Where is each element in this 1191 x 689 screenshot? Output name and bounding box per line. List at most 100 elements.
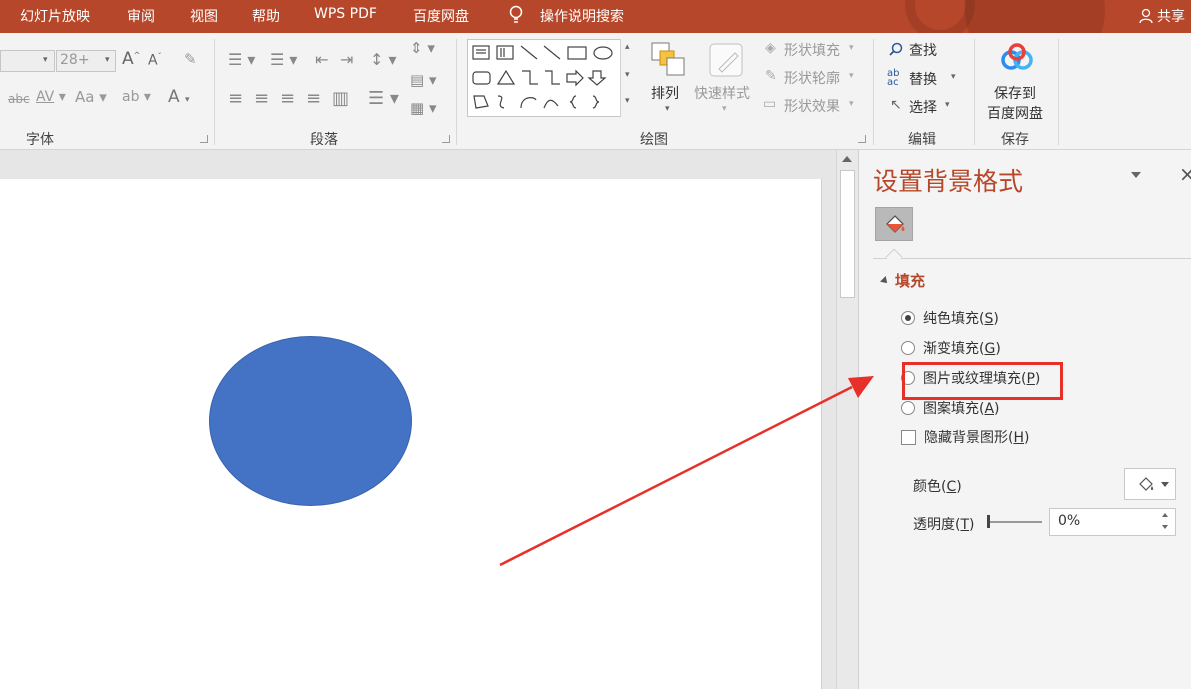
shape-fill-button[interactable]: 形状填充 [784, 40, 840, 60]
highlight-icon[interactable]: ab ▾ [122, 90, 151, 104]
pane-divider [873, 258, 1191, 259]
tell-me-search[interactable]: 操作说明搜索 [540, 6, 624, 26]
char-spacing-icon[interactable]: AV ▾ [36, 90, 66, 104]
tab-wps-pdf[interactable]: WPS PDF [314, 6, 377, 22]
text-direction-icon[interactable]: ⇕ ▾ [410, 41, 435, 56]
vertical-scrollbar[interactable] [836, 150, 858, 689]
distributed-icon[interactable]: ▥ [332, 90, 349, 108]
transparency-slider-track[interactable] [987, 521, 1042, 523]
ellipse-shape[interactable] [209, 336, 412, 506]
pattern-fill-option[interactable]: 图案填充(A) [901, 398, 1000, 418]
justify-icon[interactable]: ≡ [306, 90, 321, 108]
gradient-fill-option[interactable]: 渐变填充(G) [901, 338, 1001, 358]
shape-effects-button[interactable]: 形状效果 [784, 96, 840, 116]
scroll-up-icon[interactable] [842, 156, 852, 162]
spin-up-icon[interactable] [1162, 513, 1168, 517]
color-picker-button[interactable] [1124, 468, 1176, 500]
paragraph-dialog-launcher[interactable] [442, 135, 450, 143]
transparency-spinner[interactable] [1157, 510, 1175, 534]
fill-category-button[interactable] [875, 207, 913, 241]
tab-slideshow[interactable]: 幻灯片放映 [20, 6, 90, 26]
align-text-icon[interactable]: ▤ ▾ [410, 73, 436, 88]
color-label: 颜色(C) [913, 479, 962, 495]
font-color-icon[interactable]: A ▾ [168, 89, 190, 106]
font-dialog-launcher[interactable] [200, 135, 208, 143]
gradient-fill-radio[interactable] [901, 341, 915, 355]
replace-button[interactable]: 替换 [909, 69, 937, 89]
replace-icon: ab ac [887, 68, 900, 88]
group-separator [873, 39, 874, 145]
drawing-dialog-launcher[interactable] [858, 135, 866, 143]
find-button[interactable]: 查找 [909, 40, 937, 60]
decrease-indent-icon[interactable]: ⇤ [315, 52, 328, 68]
pattern-fill-radio[interactable] [901, 401, 915, 415]
group-separator [1058, 39, 1059, 145]
ribbon: ▾ 28+ ▾ A^ Aˇ ✎ abc AV ▾ Aa ▾ ab ▾ A ▾ 字… [0, 33, 1191, 150]
strikethrough-icon[interactable]: abc [8, 93, 30, 105]
chevron-down-icon: ▾ [722, 104, 727, 114]
share-button[interactable]: 共享 [1138, 6, 1185, 26]
chevron-down-icon: ▾ [665, 104, 670, 114]
clear-format-icon[interactable]: ✎ [184, 52, 197, 67]
align-left-icon[interactable]: ≡ [228, 90, 243, 108]
pen-icon: ✎ [765, 68, 777, 84]
font-size-value: 28+ [60, 52, 90, 68]
group-separator [456, 39, 457, 145]
hide-background-graphics-option[interactable]: 隐藏背景图形(H) [901, 427, 1029, 447]
bullets-icon[interactable]: ☰ ▾ [228, 52, 255, 68]
transparency-label: 透明度(T) [913, 517, 975, 533]
quick-styles-icon [709, 43, 743, 77]
shrink-font-icon[interactable]: Aˇ [148, 53, 162, 68]
gallery-scroll[interactable]: ▴ ▾ ▾ [620, 39, 637, 117]
fill-section-header[interactable]: 填充 [880, 270, 926, 291]
chevron-up-icon: ▴ [625, 42, 630, 52]
line-spacing-icon[interactable]: ↕ ▾ [370, 52, 397, 68]
smartart-icon[interactable]: ▦ ▾ [410, 101, 436, 116]
numbering-icon[interactable]: ☰ ▾ [270, 52, 297, 68]
search-icon [889, 42, 903, 56]
fill-section-label: 填充 [895, 272, 926, 290]
increase-indent-icon[interactable]: ⇥ [340, 52, 353, 68]
save-to-baidu-line1[interactable]: 保存到 [994, 83, 1036, 103]
chevron-down-icon: ▾ [43, 55, 48, 65]
tab-help[interactable]: 帮助 [252, 6, 280, 26]
chevron-down-icon: ▾ [625, 70, 630, 80]
paint-bucket-icon: ◈ [765, 40, 776, 56]
gradient-fill-label: 渐变填充(G) [923, 341, 1001, 357]
chevron-down-icon: ▾ [105, 55, 110, 65]
change-case-icon[interactable]: Aa ▾ [75, 90, 107, 105]
lightbulb-icon [509, 5, 523, 23]
format-background-pane: 设置背景格式 × 填充 纯色填充(S) 渐变填充(G) 图片或纹理填充(P) 图… [858, 150, 1191, 689]
solid-fill-radio[interactable] [901, 311, 915, 325]
tab-view[interactable]: 视图 [190, 6, 218, 26]
hide-background-graphics-checkbox[interactable] [901, 429, 916, 445]
shapes-gallery[interactable] [467, 39, 637, 117]
hide-background-graphics-label: 隐藏背景图形(H) [924, 430, 1030, 446]
pane-options-chevron-icon[interactable] [1131, 172, 1141, 178]
select-button[interactable]: 选择 [909, 97, 937, 117]
group-separator [214, 39, 215, 145]
tab-baidu-netdisk[interactable]: 百度网盘 [413, 6, 469, 26]
quick-styles-button[interactable]: 快速样式 [694, 83, 750, 103]
shape-outline-button[interactable]: 形状轮廓 [784, 68, 840, 88]
font-group-label: 字体 [26, 132, 54, 148]
align-center-icon[interactable]: ≡ [254, 90, 269, 108]
ribbon-tab-bar: 幻灯片放映 审阅 视图 帮助 WPS PDF 百度网盘 操作说明搜索 共享 [0, 0, 1191, 33]
solid-fill-option[interactable]: 纯色填充(S) [901, 308, 999, 328]
columns-icon[interactable]: ☰ ▾ [368, 90, 399, 108]
chevron-down-icon: ▾ [849, 71, 854, 81]
share-label: 共享 [1157, 9, 1185, 25]
tab-review[interactable]: 审阅 [127, 6, 155, 26]
close-icon[interactable]: × [1179, 162, 1191, 186]
save-to-baidu-line2[interactable]: 百度网盘 [987, 103, 1043, 123]
slide-canvas[interactable] [0, 179, 822, 689]
spin-down-icon[interactable] [1162, 525, 1168, 529]
align-right-icon[interactable]: ≡ [280, 90, 295, 108]
arrange-button[interactable]: 排列 [651, 83, 679, 103]
scroll-thumb[interactable] [840, 170, 855, 298]
grow-font-icon[interactable]: A^ [122, 51, 140, 68]
chevron-down-icon: ▾ [849, 99, 854, 109]
transparency-slider-thumb[interactable] [987, 515, 990, 528]
tabbar-decoration [965, 0, 1105, 33]
collapse-triangle-icon [880, 275, 890, 286]
